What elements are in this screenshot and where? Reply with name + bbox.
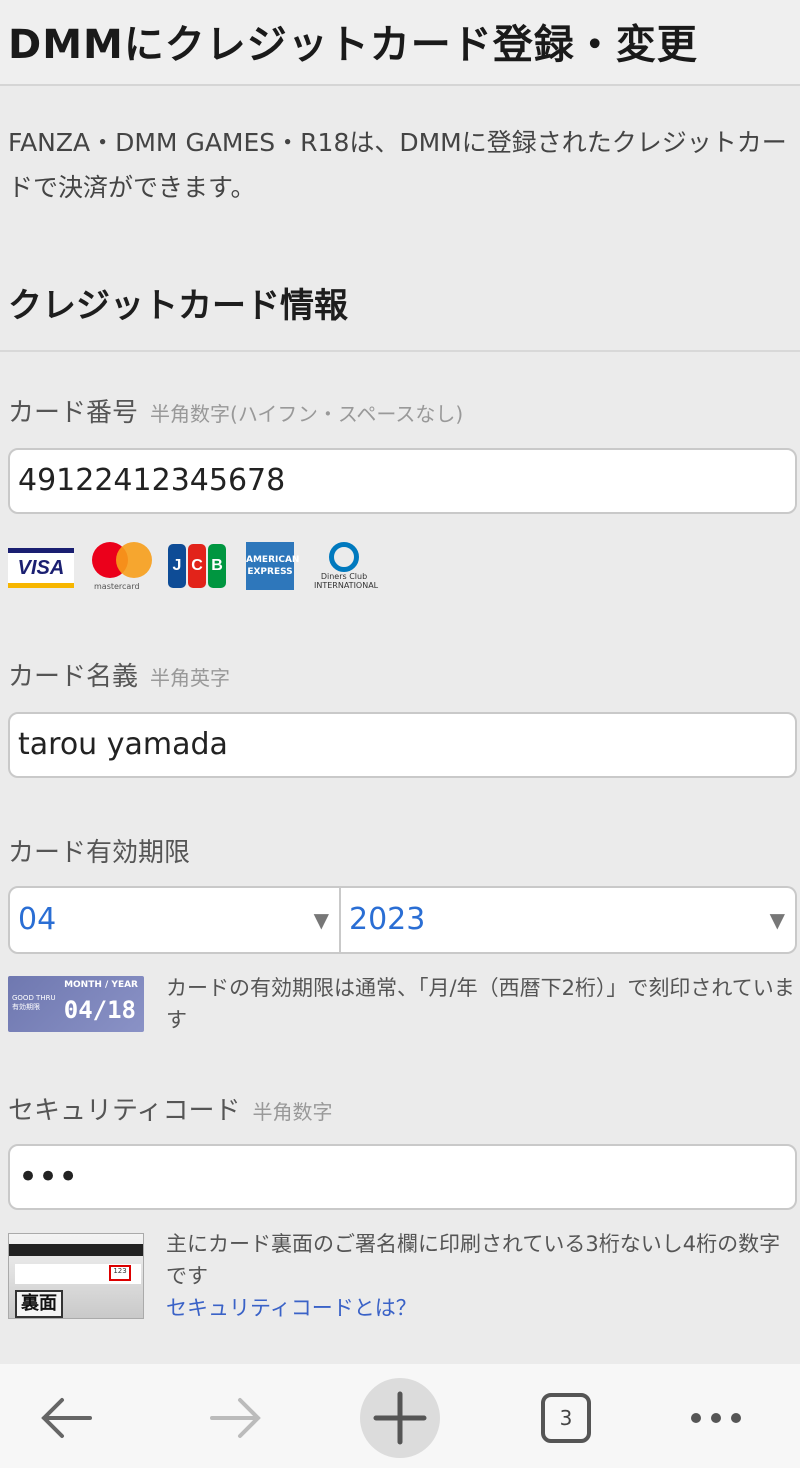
security-code-label: セキュリティコード 半角数字 [8,1090,332,1127]
security-code-hint: 半角数字 [252,1100,333,1124]
divider [0,350,800,352]
security-help: 主にカード裏面のご署名欄に印刷されている3桁ないし4桁の数字です セキュリティコ… [166,1228,796,1324]
card-back-label: 裏面 [15,1290,63,1318]
visa-logo: VISA [8,548,74,588]
browser-toolbar: 3 [0,1364,800,1468]
intro-text: FANZA・DMM GAMES・R18は、DMMに登録されたクレジットカードで決… [8,128,787,202]
diners-logo: Diners Club INTERNATIONAL [314,542,379,590]
jcb-j: J [168,544,186,588]
card-name-label: カード名義 半角英字 [8,656,230,693]
page-title: DMMにクレジットカード登録・変更 [8,22,698,68]
expiry-sample-date: 04/18 [63,996,136,1024]
security-code-label-text: セキュリティコード [8,1096,241,1126]
card-number-input[interactable]: 49122412345678 [8,448,797,514]
page-header: DMMにクレジットカード登録・変更 [0,0,800,86]
card-back-image: 123 裏面 [8,1233,144,1319]
mastercard-logo: mastercard [90,540,154,594]
expiry-month-value: 04 [18,902,57,937]
card-number-label: カード番号 半角数字(ハイフン・スペースなし) [8,392,463,429]
more-icon [691,1413,741,1423]
plus-icon [373,1391,427,1445]
card-name-input[interactable]: tarou yamada [8,712,797,778]
expiry-label: カード有効期限 [8,838,191,868]
expiry-sample-good: GOOD THRU 有効期限 [12,994,56,1011]
forward-button[interactable] [194,1378,274,1458]
section-title: クレジットカード情報 [8,286,348,326]
more-button[interactable] [676,1378,756,1458]
expiry-year-value: 2023 [349,902,426,937]
amex-logo: AMERICAN EXPRESS [246,542,299,590]
chevron-down-icon: ▼ [313,908,329,932]
expiry-sample-header: MONTH / YEAR [64,980,138,990]
card-brand-logos: VISA mastercard J C B AMERICAN EXPRESS D… [8,540,408,594]
arrow-right-icon [210,1398,261,1438]
back-button[interactable] [28,1378,108,1458]
mastercard-text: mastercard [94,582,140,591]
security-code-input[interactable]: ••• [8,1144,797,1210]
card-number-hint: 半角数字(ハイフン・スペースなし) [150,402,464,426]
card-number-label-text: カード番号 [8,398,139,428]
arrow-left-icon [41,1398,92,1438]
chevron-down-icon: ▼ [769,908,785,932]
new-tab-button[interactable] [360,1378,440,1458]
jcb-logo: J C B [168,544,226,588]
tabs-button[interactable]: 3 [526,1378,606,1458]
expiry-month-select[interactable]: 04 ▼ [8,886,341,954]
card-name-hint: 半角英字 [150,666,231,690]
jcb-b: B [208,544,226,588]
security-help-text: 主にカード裏面のご署名欄に印刷されている3桁ないし4桁の数字です [166,1232,781,1288]
card-name-label-text: カード名義 [8,662,139,692]
security-code-link[interactable]: セキュリティコードとは？ [166,1296,417,1320]
cvv-sample-number: 123 [109,1265,131,1281]
tabs-count: 3 [559,1406,573,1430]
diners-text: Diners Club INTERNATIONAL [314,572,379,590]
expiry-help-text: カードの有効期限は通常、「月/年（西暦下2桁）」で刻印されています [166,976,795,1032]
expiry-sample-image: MONTH / YEAR GOOD THRU 有効期限 04/18 [8,976,144,1032]
expiry-year-select[interactable]: 2023 ▼ [341,886,797,954]
jcb-c: C [188,544,206,588]
